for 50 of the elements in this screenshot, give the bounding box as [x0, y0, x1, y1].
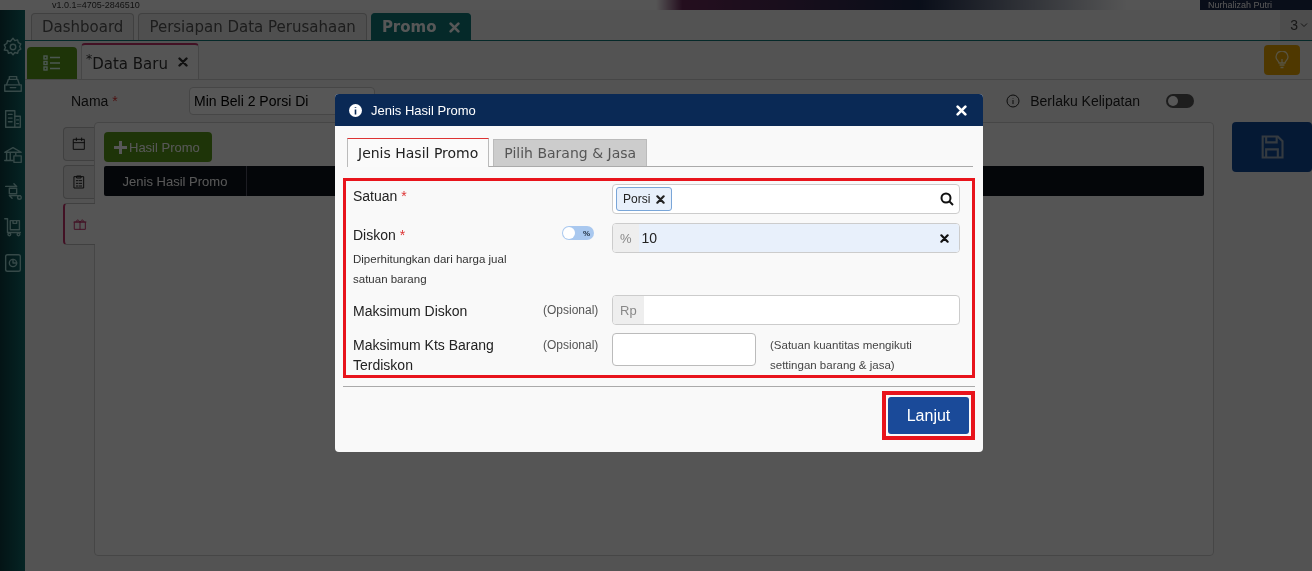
side-tab[interactable] — [63, 127, 94, 161]
percent-toggle[interactable]: % — [562, 226, 594, 240]
field-label: Satuan — [353, 188, 398, 204]
gear-icon[interactable] — [1, 36, 24, 58]
clear-icon[interactable] — [940, 233, 949, 243]
next-button[interactable]: Lanjut — [888, 397, 969, 434]
chevron-down-icon — [1300, 21, 1308, 29]
info-icon[interactable] — [1006, 94, 1021, 108]
note-text: (Satuan kuantitas mengikuti settingan barang & jasa) — [770, 338, 913, 373]
field-label: Maksimum Kts Barang Terdiskon — [353, 337, 494, 373]
save-button[interactable] — [1232, 122, 1312, 172]
lightbulb-button[interactable] — [1264, 45, 1300, 75]
max-discount-field[interactable]: Rp — [612, 295, 960, 325]
column-header: Jenis Hasil Promo — [104, 166, 247, 196]
cart-icon[interactable] — [1, 216, 24, 238]
version-text: v1.0.1=4705-2846510 — [51, 0, 140, 10]
info-icon — [349, 103, 362, 117]
list-button[interactable] — [27, 47, 77, 79]
optional-label: (Opsional) — [543, 303, 600, 317]
required-mark: * — [399, 227, 406, 243]
search-icon[interactable] — [940, 192, 954, 206]
hint-text: Diperhitungkan dari harga jual satuan barang — [353, 252, 508, 287]
lightbulb-icon — [1274, 51, 1290, 69]
multiple-label: Berlaku Kelipatan — [1030, 93, 1140, 109]
name-label: Nama — [71, 93, 109, 109]
field-label: Maksimum Diskon — [353, 303, 468, 319]
plus-icon — [114, 140, 127, 154]
list-icon — [43, 55, 61, 71]
required-mark: * — [112, 93, 118, 109]
quantity-field[interactable] — [612, 333, 756, 366]
bank-icon[interactable] — [1, 144, 24, 166]
gift-icon[interactable] — [72, 216, 88, 232]
dialog-tab[interactable]: Pilih Barang & Jasa — [493, 139, 648, 166]
side-tab[interactable] — [63, 203, 95, 245]
unit-field[interactable]: Porsi — [612, 184, 960, 214]
discount-field[interactable]: % 10 — [612, 223, 960, 253]
optional-label: (Opsional) — [543, 337, 600, 352]
dialog-tab[interactable]: Jenis Hasil Promo — [347, 138, 490, 167]
module-tab[interactable]: Promo — [370, 13, 471, 40]
multiple-toggle[interactable] — [1166, 94, 1194, 108]
required-mark: * — [401, 188, 407, 204]
user-name[interactable]: Nurhalizah Putri — [1199, 0, 1312, 10]
field-label: Diskon — [353, 227, 396, 243]
clipboard-icon[interactable] — [71, 174, 87, 190]
side-tab[interactable] — [63, 165, 94, 199]
calendar-icon[interactable] — [71, 136, 87, 152]
document-tab[interactable]: $^{*}$Data Baru — [81, 43, 199, 79]
add-result-button[interactable]: Hasil Promo — [104, 132, 212, 162]
remove-icon[interactable] — [656, 194, 666, 204]
unit-tag[interactable]: Porsi — [616, 187, 673, 211]
